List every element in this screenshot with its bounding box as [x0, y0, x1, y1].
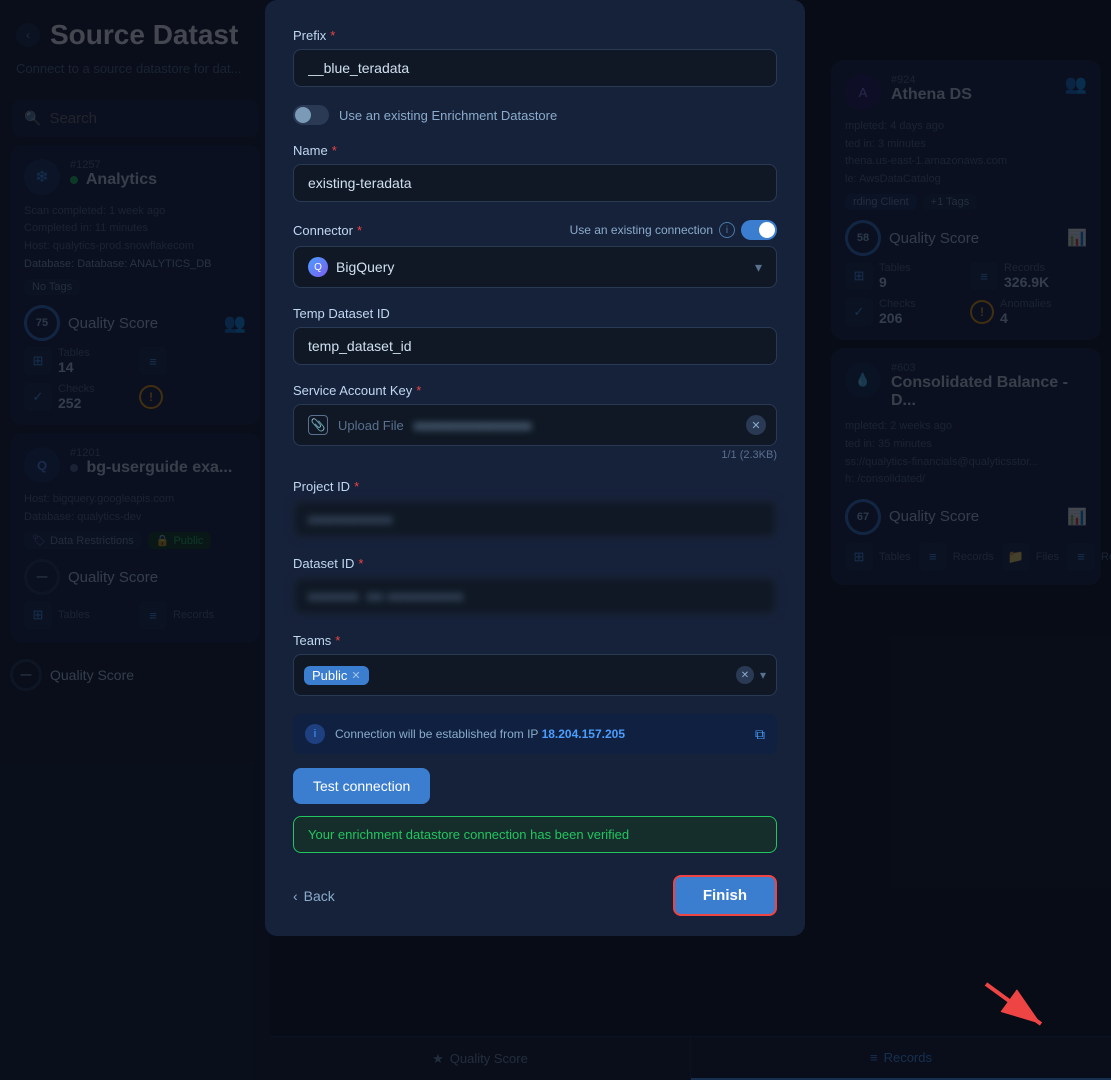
name-label: Name *	[293, 143, 777, 158]
dataset-id-input[interactable]	[293, 577, 777, 615]
project-id-group: Project ID *	[293, 479, 777, 538]
connector-select-wrap: Q BigQuery ▾	[293, 246, 777, 288]
project-id-label: Project ID *	[293, 479, 777, 494]
upload-dots: ●●●●●●●●●●●●●●●	[414, 418, 762, 433]
connector-group: Connector * Use an existing connection i…	[293, 220, 777, 288]
public-team-tag: Public ✕	[304, 666, 369, 685]
toggle-knob	[295, 107, 311, 123]
toggle-row: Use an existing Enrichment Datastore	[293, 105, 777, 125]
temp-dataset-group: Temp Dataset ID	[293, 306, 777, 365]
existing-conn-toggle[interactable]	[741, 220, 777, 240]
name-group: Name *	[293, 143, 777, 202]
finish-button[interactable]: Finish	[673, 875, 777, 916]
ip-notice: i Connection will be established from IP…	[293, 714, 777, 754]
teams-dropdown-arrow[interactable]: ▾	[760, 668, 766, 682]
connector-row: Connector * Use an existing connection i	[293, 220, 777, 240]
select-arrow-icon: ▾	[755, 259, 762, 276]
existing-conn-knob	[759, 222, 775, 238]
connector-required: *	[357, 223, 362, 238]
test-connection-button[interactable]: Test connection	[293, 768, 430, 804]
name-required: *	[332, 143, 337, 158]
teams-input[interactable]: Public ✕ ✕ ▾	[293, 654, 777, 696]
back-chevron: ‹	[293, 888, 298, 904]
service-account-label: Service Account Key *	[293, 383, 777, 398]
info-icon: i	[719, 222, 735, 238]
teams-x-button[interactable]: ✕	[736, 666, 754, 684]
remove-public-tag[interactable]: ✕	[351, 669, 360, 682]
temp-dataset-label: Temp Dataset ID	[293, 306, 777, 321]
prefix-group: Prefix *	[293, 28, 777, 87]
connector-label: Connector *	[293, 223, 362, 238]
enrichment-toggle[interactable]	[293, 105, 329, 125]
file-upload-area[interactable]: 📎 Upload File ●●●●●●●●●●●●●●● ✕	[293, 404, 777, 446]
teams-label: Teams *	[293, 633, 777, 648]
success-message: Your enrichment datastore connection has…	[293, 816, 777, 853]
teams-group: Teams * Public ✕ ✕ ▾	[293, 633, 777, 696]
upload-clear-button[interactable]: ✕	[746, 415, 766, 435]
teams-clear: ✕ ▾	[736, 666, 766, 684]
existing-connection-row: Use an existing connection i	[570, 220, 777, 240]
service-account-group: Service Account Key * 📎 Upload File ●●●●…	[293, 383, 777, 461]
prefix-label: Prefix *	[293, 28, 777, 43]
ip-text: Connection will be established from IP 1…	[335, 727, 625, 741]
bigquery-select-icon: Q	[308, 257, 328, 277]
connector-select[interactable]: Q BigQuery ▾	[293, 246, 777, 288]
file-size: 1/1 (2.3KB)	[293, 449, 777, 461]
upload-label: Upload File	[338, 418, 404, 433]
modal-footer: ‹ Back Finish	[293, 867, 777, 916]
toggle-label: Use an existing Enrichment Datastore	[339, 108, 557, 123]
name-input[interactable]	[293, 164, 777, 202]
teams-required: *	[335, 633, 340, 648]
project-id-required: *	[354, 479, 359, 494]
modal: Prefix * Use an existing Enrichment Data…	[265, 0, 805, 936]
temp-dataset-input[interactable]	[293, 327, 777, 365]
prefix-input[interactable]	[293, 49, 777, 87]
ip-info-icon: i	[305, 724, 325, 744]
dataset-id-label: Dataset ID *	[293, 556, 777, 571]
service-account-required: *	[416, 383, 421, 398]
prefix-required: *	[330, 28, 335, 43]
dataset-id-group: Dataset ID *	[293, 556, 777, 615]
project-id-input[interactable]	[293, 500, 777, 538]
copy-ip-button[interactable]: ⧉	[755, 726, 765, 743]
red-arrow	[976, 974, 1056, 1034]
dataset-id-required: *	[358, 556, 363, 571]
upload-icon: 📎	[308, 415, 328, 435]
back-link[interactable]: ‹ Back	[293, 888, 335, 904]
